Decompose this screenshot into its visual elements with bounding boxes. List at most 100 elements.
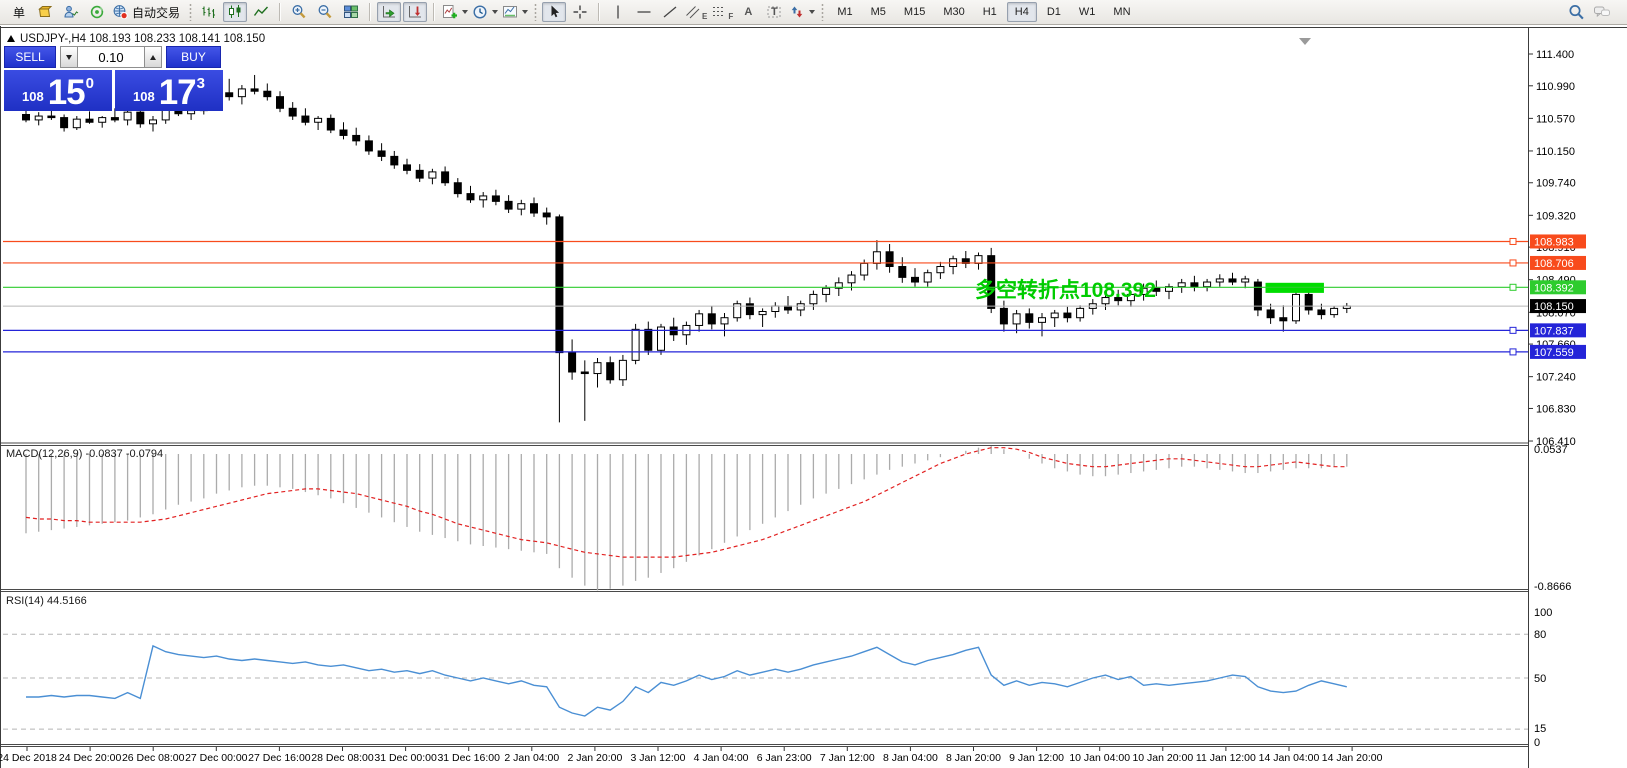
text-icon[interactable]: A	[736, 2, 760, 22]
sell-price-display[interactable]: 108150	[4, 70, 112, 111]
buy-price-display[interactable]: 108173	[115, 70, 223, 111]
buy-button[interactable]: BUY	[166, 46, 221, 68]
candle	[696, 314, 703, 326]
price-badge-label: 107.837	[1534, 325, 1574, 337]
candle	[823, 288, 830, 294]
time-tick-label: 24 Dec 2018	[0, 752, 57, 764]
price-badge-label: 107.559	[1534, 347, 1574, 359]
candle	[886, 252, 893, 267]
candle	[1077, 308, 1084, 317]
candle	[543, 213, 550, 217]
candle	[708, 314, 715, 324]
fibonacci-icon[interactable]: F	[710, 2, 734, 22]
timeframe-D1[interactable]: D1	[1039, 2, 1069, 22]
timeframe-H4[interactable]: H4	[1007, 2, 1037, 22]
dropdown-caret-icon	[462, 10, 468, 14]
candle	[556, 217, 563, 353]
candle	[111, 118, 118, 120]
toolbar-separator	[279, 3, 281, 21]
cursor-icon[interactable]	[542, 2, 566, 22]
zoom-out-icon[interactable]	[313, 2, 337, 22]
time-tick-label: 6 Jan 23:00	[757, 752, 812, 764]
signals-icon[interactable]	[85, 2, 109, 22]
one-click-trading-panel: SELL 0.10 BUY 108150 108173	[4, 46, 223, 111]
timeframe-M15[interactable]: M15	[896, 2, 933, 22]
templates-button[interactable]	[501, 2, 529, 22]
candle	[861, 263, 868, 275]
time-tick-label: 31 Dec 00:00	[374, 752, 437, 764]
down-arrow-icon	[66, 55, 72, 60]
price-tick-label: 110.990	[1536, 81, 1575, 93]
time-tick-label: 31 Dec 16:00	[437, 752, 500, 764]
timeframe-H1[interactable]: H1	[975, 2, 1005, 22]
time-tick-label: 2 Jan 20:00	[567, 752, 622, 764]
time-tick-label: 10 Jan 04:00	[1069, 752, 1130, 764]
time-tick-label: 27 Dec 16:00	[248, 752, 311, 764]
bar-chart-icon[interactable]	[197, 2, 221, 22]
candle	[785, 306, 792, 310]
timeframe-M30[interactable]: M30	[935, 2, 972, 22]
annotation-text[interactable]: 多空转折点108.392	[975, 278, 1156, 302]
periods-button[interactable]	[471, 2, 499, 22]
up-arrow-icon	[150, 55, 156, 60]
search-icon[interactable]	[1564, 2, 1588, 22]
candle	[1305, 294, 1312, 310]
chart-canvas[interactable]: 111.400110.990110.570110.150109.740109.3…	[0, 0, 1627, 768]
timeframe-M5[interactable]: M5	[863, 2, 894, 22]
trendline-icon[interactable]	[658, 2, 682, 22]
main-toolbar: 单自动交易EFATM1M5M15M30H1H4D1W1MN	[0, 0, 1627, 25]
candle	[264, 91, 271, 96]
price-tick-label: 109.320	[1536, 210, 1576, 222]
horizontal-line-icon[interactable]	[632, 2, 656, 22]
autotrading-button[interactable]: 自动交易	[111, 2, 184, 22]
candle	[454, 183, 461, 194]
volume-decrease-button[interactable]	[60, 46, 78, 68]
market-watch-icon[interactable]	[59, 2, 83, 22]
vertical-line-icon[interactable]	[606, 2, 630, 22]
candle	[238, 89, 245, 97]
channel-icon[interactable]: E	[684, 2, 708, 22]
time-tick-label: 4 Jan 04:00	[694, 752, 749, 764]
time-tick-label: 11 Jan 12:00	[1196, 752, 1256, 764]
volume-input[interactable]: 0.10	[78, 46, 144, 68]
candle	[315, 118, 322, 122]
volume-increase-button[interactable]	[144, 46, 162, 68]
time-tick-label: 28 Dec 08:00	[311, 752, 374, 764]
tile-windows-icon[interactable]	[339, 2, 363, 22]
candle	[378, 151, 385, 156]
indicators-button[interactable]	[441, 2, 469, 22]
timeframe-MN[interactable]: MN	[1105, 2, 1138, 22]
buy-price-int: 108	[133, 90, 155, 107]
price-badge-label: 108.706	[1534, 258, 1574, 270]
candle	[86, 119, 93, 122]
price-tick-label: 110.150	[1536, 146, 1575, 158]
auto-scroll-icon[interactable]	[377, 2, 401, 22]
arrows-icon[interactable]	[788, 2, 816, 22]
candle	[581, 372, 588, 374]
candle	[569, 353, 576, 372]
sell-button[interactable]: SELL	[4, 46, 56, 68]
candle	[1293, 294, 1300, 320]
new-order-icon[interactable]	[33, 2, 57, 22]
line-chart-icon[interactable]	[249, 2, 273, 22]
rsi-level-label: 0	[1534, 737, 1540, 749]
candle	[645, 329, 652, 350]
price-badge-label: 108.392	[1534, 282, 1574, 294]
candle	[1331, 308, 1338, 314]
timeframe-M1[interactable]: M1	[829, 2, 860, 22]
candle	[924, 273, 931, 282]
macd-label: MACD(12,26,9) -0.0837 -0.0794	[6, 448, 163, 460]
zoom-in-icon[interactable]	[287, 2, 311, 22]
crosshair-icon[interactable]	[568, 2, 592, 22]
text-label-icon[interactable]: T	[762, 2, 786, 22]
candle	[353, 135, 360, 140]
candle	[1191, 283, 1198, 287]
candlestick-chart-icon[interactable]	[223, 2, 247, 22]
time-tick-label: 10 Jan 20:00	[1132, 752, 1193, 764]
time-tick-label: 27 Dec 00:00	[185, 752, 248, 764]
dropdown-caret-icon	[492, 10, 498, 14]
timeframe-W1[interactable]: W1	[1071, 2, 1104, 22]
candle	[899, 267, 906, 278]
chat-icon[interactable]	[1590, 2, 1614, 22]
chart-shift-icon[interactable]	[403, 2, 427, 22]
